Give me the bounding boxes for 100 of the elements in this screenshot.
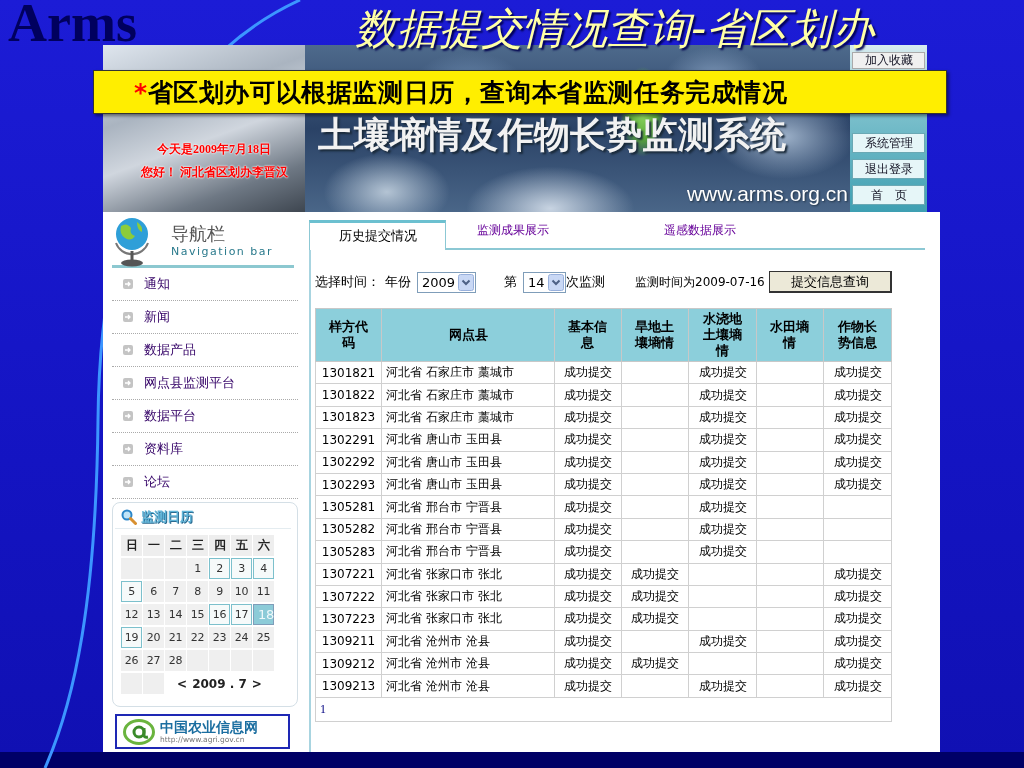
- table-cell: 成功提交: [688, 518, 757, 541]
- column-header: 网点县: [381, 308, 555, 362]
- nav-item[interactable]: 新闻: [123, 308, 170, 326]
- table-cell: 河北省 石家庄市 藁城市: [381, 406, 555, 429]
- search-icon: [121, 508, 137, 525]
- calendar-day[interactable]: 24: [231, 627, 252, 648]
- table-cell: 1301821: [315, 361, 382, 384]
- table-cell: 1301823: [315, 406, 382, 429]
- calendar-day[interactable]: 14: [165, 604, 186, 625]
- banner-menu-button[interactable]: 首 页: [852, 185, 925, 205]
- tab[interactable]: 监测成果展示: [477, 222, 549, 239]
- calendar-day[interactable]: 17: [231, 604, 252, 625]
- table-cell: 成功提交: [823, 428, 892, 452]
- nav-item[interactable]: 数据产品: [123, 341, 196, 359]
- table-cell: 河北省 沧州市 沧县: [381, 652, 555, 675]
- weekday-header: 日: [121, 535, 142, 556]
- arrow-bullet-icon: [123, 411, 133, 421]
- table-cell: 成功提交: [554, 518, 622, 541]
- table-cell: 成功提交: [823, 652, 892, 675]
- nav-subtitle: Navigation bar: [171, 244, 274, 259]
- calendar-day[interactable]: 13: [143, 604, 164, 625]
- chevron-down-icon: [458, 273, 474, 291]
- tab[interactable]: 历史提交情况: [309, 220, 446, 250]
- calendar-day[interactable]: 19: [121, 627, 142, 648]
- arrow-bullet-icon: [123, 444, 133, 454]
- table-cell: 1309211: [315, 630, 382, 653]
- column-header: 作物长势信息: [823, 308, 892, 362]
- table-cell: 成功提交: [621, 563, 689, 586]
- table-cell: 成功提交: [554, 383, 622, 407]
- table-cell: 成功提交: [688, 428, 757, 452]
- calendar-day[interactable]: 28: [165, 650, 186, 671]
- weekday-header: 一: [143, 535, 164, 556]
- table-cell: 成功提交: [621, 585, 689, 608]
- table-cell: 1309212: [315, 652, 382, 675]
- table-cell: 成功提交: [554, 585, 622, 608]
- page-link[interactable]: 1: [320, 701, 326, 716]
- year-select[interactable]: 2009: [417, 271, 476, 293]
- table-cell: 1307223: [315, 607, 382, 631]
- nav-item[interactable]: 资料库: [123, 440, 183, 458]
- calendar-day[interactable]: 11: [253, 581, 274, 602]
- calendar-day[interactable]: 15: [187, 604, 208, 625]
- calendar-day[interactable]: 23: [209, 627, 230, 648]
- weekday-header: 六: [253, 535, 274, 556]
- table-cell: 1301822: [315, 383, 382, 407]
- calendar-title: 监测日历: [141, 507, 193, 526]
- table-cell: 成功提交: [823, 383, 892, 407]
- table-cell: 1302292: [315, 451, 382, 474]
- calendar-day[interactable]: 3: [231, 558, 252, 579]
- calendar-day[interactable]: 7: [165, 581, 186, 602]
- date-text: 今天是2009年7月18日: [157, 141, 271, 158]
- banner-menu-button[interactable]: 系统管理: [852, 133, 925, 153]
- table-cell: 成功提交: [554, 473, 622, 496]
- table-cell: 河北省 沧州市 沧县: [381, 674, 555, 698]
- banner-menu-button[interactable]: 退出登录: [852, 159, 925, 179]
- calendar-day[interactable]: 9: [209, 581, 230, 602]
- table-cell: 成功提交: [554, 563, 622, 586]
- bookmark-button[interactable]: 加入收藏: [852, 52, 925, 69]
- round-select[interactable]: 14: [523, 271, 566, 293]
- calendar-day[interactable]: 16: [209, 604, 230, 625]
- calendar-day[interactable]: 10: [231, 581, 252, 602]
- nav-item[interactable]: 通知: [123, 275, 170, 293]
- nav-item[interactable]: 数据平台: [123, 407, 196, 425]
- table-cell: 成功提交: [554, 674, 622, 698]
- query-button[interactable]: 提交信息查询: [768, 271, 892, 293]
- column-header: 样方代码: [315, 308, 382, 362]
- calendar-day[interactable]: 25: [253, 627, 274, 648]
- weekday-header: 五: [231, 535, 252, 556]
- next-month-link[interactable]: >: [251, 676, 262, 691]
- calendar-day[interactable]: 21: [165, 627, 186, 648]
- table-cell: 成功提交: [554, 607, 622, 631]
- calendar-day[interactable]: 1: [187, 558, 208, 579]
- column-header: 旱地土壤墒情: [621, 308, 689, 362]
- calendar-day[interactable]: 27: [143, 650, 164, 671]
- tab[interactable]: 遥感数据展示: [664, 222, 736, 239]
- weekday-header: 四: [209, 535, 230, 556]
- table-cell: 成功提交: [554, 540, 622, 563]
- weekday-header: 二: [165, 535, 186, 556]
- nav-item[interactable]: 论坛: [123, 473, 170, 491]
- calendar-day[interactable]: 22: [187, 627, 208, 648]
- table-cell: 成功提交: [554, 630, 622, 653]
- monitor-time: 监测时间为2009-07-16: [635, 273, 765, 291]
- calendar-day[interactable]: 2: [209, 558, 230, 579]
- table-cell: 成功提交: [554, 495, 622, 519]
- table-cell: 成功提交: [688, 674, 757, 698]
- column-header: 基本信息: [554, 308, 622, 362]
- calendar-day[interactable]: 6: [143, 581, 164, 602]
- nav-item[interactable]: 网点县监测平台: [123, 374, 235, 392]
- table-cell: 河北省 沧州市 沧县: [381, 630, 555, 653]
- calendar-day[interactable]: 12: [121, 604, 142, 625]
- table-cell: 河北省 唐山市 玉田县: [381, 473, 555, 496]
- previous-month-link[interactable]: <: [177, 676, 188, 691]
- table-cell: 河北省 邢台市 宁晋县: [381, 540, 555, 563]
- table-cell: 成功提交: [688, 361, 757, 384]
- round-suffix: 次监测: [566, 273, 605, 291]
- calendar-day[interactable]: 5: [121, 581, 142, 602]
- calendar-day[interactable]: 4: [253, 558, 274, 579]
- calendar-day[interactable]: 20: [143, 627, 164, 648]
- calendar-day[interactable]: 26: [121, 650, 142, 671]
- calendar-day[interactable]: 8: [187, 581, 208, 602]
- table-cell: 成功提交: [823, 473, 892, 496]
